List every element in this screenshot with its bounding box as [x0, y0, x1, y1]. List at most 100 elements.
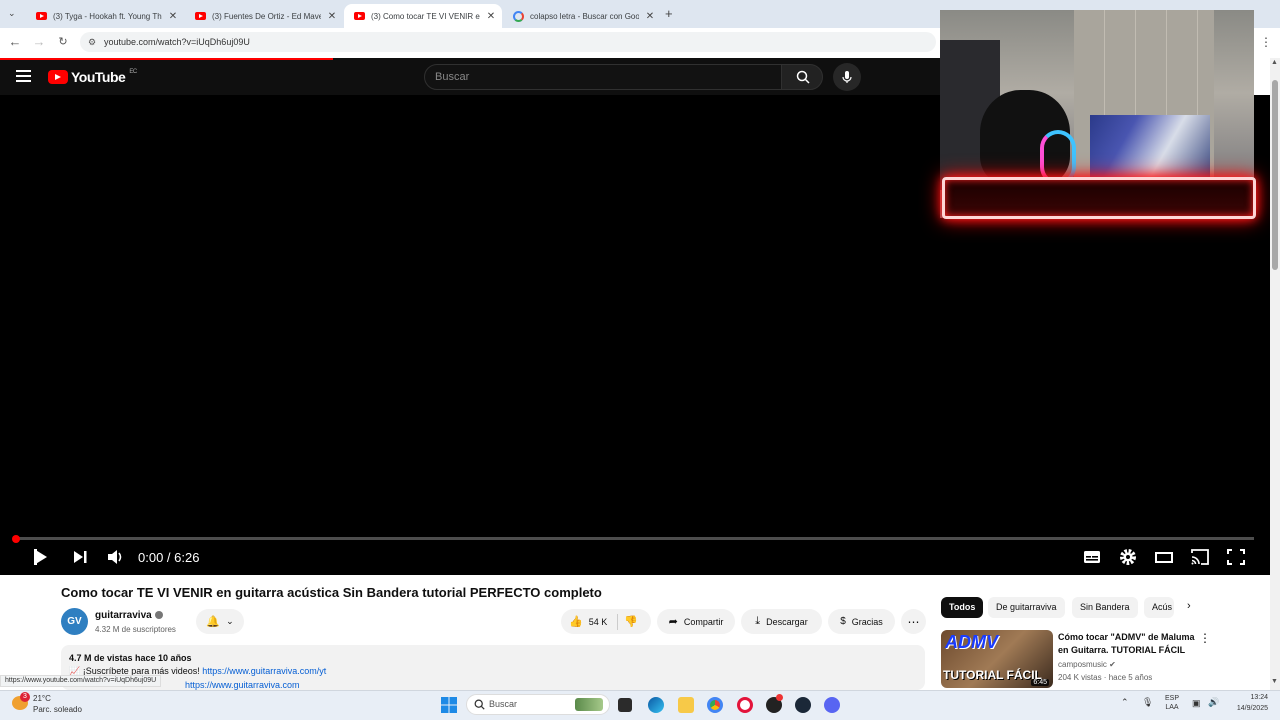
thumbs-down-icon[interactable]: 👎	[624, 615, 638, 628]
forward-arrow-icon[interactable]: →	[31, 34, 47, 49]
webcam-neon-frame	[942, 177, 1256, 219]
share-button[interactable]: ➦ Compartir	[657, 609, 735, 634]
search-highlight-icon	[575, 698, 603, 711]
view-count-date: 4.7 M de vistas hace 10 años	[69, 653, 192, 663]
next-video-icon[interactable]	[70, 548, 90, 566]
network-icon[interactable]: ▣	[1192, 698, 1201, 709]
scroll-up-arrow-icon[interactable]: ▲	[1271, 59, 1278, 66]
thumbnail-text-subtitle: TUTORIAL FÁCIL	[943, 668, 1042, 682]
hamburger-menu-icon[interactable]	[16, 70, 31, 82]
tab-title: (3) Tyga - Hookah ft. Young Thu	[53, 11, 162, 21]
task-view-icon[interactable]	[618, 698, 632, 712]
scroll-down-arrow-icon[interactable]: ▼	[1271, 678, 1278, 685]
chrome-menu-icon[interactable]: ⋮	[1260, 35, 1272, 49]
language-indicator[interactable]: ESP LAA	[1158, 694, 1186, 712]
weather-temperature[interactable]: 21°C	[33, 694, 51, 703]
super-thanks-icon: $	[840, 616, 846, 627]
description-line-2[interactable]: https://www.guitarraviva.com	[185, 680, 300, 690]
language-code: ESP	[1164, 695, 1179, 702]
youtube-favicon-icon	[354, 12, 365, 20]
tab-title: (3) Fuentes De Ortiz - Ed Maver	[212, 11, 321, 21]
more-actions-button[interactable]: ⋯	[901, 609, 926, 634]
recommended-thumbnail[interactable]: ADMV TUTORIAL FÁCIL 6:45	[941, 630, 1053, 688]
fullscreen-icon[interactable]	[1226, 548, 1246, 566]
search-button[interactable]	[781, 64, 823, 90]
chip-todos[interactable]: Todos	[941, 597, 984, 618]
voice-search-button[interactable]	[833, 63, 861, 91]
new-tab-plus-icon[interactable]: +	[665, 6, 673, 21]
link-status-bar: https://www.youtube.com/watch?v=iUqDh6uj…	[0, 675, 162, 687]
tab-4[interactable]: colapso letra - Buscar con Goo ✕	[503, 4, 661, 28]
webcam-bed	[1090, 115, 1210, 185]
back-arrow-icon[interactable]: ←	[7, 34, 23, 49]
tab-3-active[interactable]: (3) Como tocar TE VI VENIR en ✕	[344, 4, 502, 28]
recommended-channel[interactable]: camposmusic ✔	[1058, 660, 1116, 669]
recommended-more-icon[interactable]: ⋮	[1199, 631, 1211, 645]
seek-handle[interactable]	[12, 535, 20, 543]
video-duration: 6:45	[1031, 679, 1049, 686]
tray-chevron-up-icon[interactable]: ⌃	[1121, 697, 1129, 708]
windows-start-icon[interactable]	[441, 697, 457, 713]
play-icon[interactable]	[30, 548, 50, 566]
bell-icon: 🔔	[206, 616, 221, 628]
tab-1[interactable]: (3) Tyga - Hookah ft. Young Thu ✕	[26, 4, 184, 28]
tab-2[interactable]: (3) Fuentes De Ortiz - Ed Maver ✕	[185, 4, 343, 28]
youtube-favicon-icon	[36, 12, 47, 20]
taskbar-search[interactable]: Buscar	[466, 694, 610, 715]
description-link-yt[interactable]: https://www.guitarraviva.com/yt	[202, 666, 326, 676]
volume-icon[interactable]	[106, 548, 126, 566]
close-tab-icon[interactable]: ✕	[327, 11, 337, 22]
seek-bar[interactable]	[14, 537, 1254, 540]
search-input[interactable]: Buscar	[424, 64, 782, 90]
tab-search-chevron-icon[interactable]: ⌄	[8, 8, 16, 19]
chrome-taskbar-icon[interactable]	[707, 697, 723, 713]
like-dislike-group: 👍 54 K 👎	[561, 609, 651, 634]
keyboard-layout: LAA	[1165, 704, 1179, 711]
like-count: 54 K	[588, 616, 608, 627]
address-bar[interactable]: ⚙ youtube.com/watch?v=iUqDh6uj09U	[80, 32, 936, 52]
microphone-icon	[842, 71, 852, 83]
taskbar-search-placeholder: Buscar	[489, 699, 518, 709]
edge-browser-icon[interactable]	[648, 697, 664, 713]
settings-gear-icon[interactable]	[1118, 548, 1138, 566]
theater-mode-icon[interactable]	[1154, 548, 1174, 566]
subtitles-icon[interactable]	[1082, 548, 1102, 566]
region-code: EC	[129, 69, 137, 75]
chip-sin-bandera[interactable]: Sin Bandera	[1072, 597, 1138, 618]
description-link-site[interactable]: https://www.guitarraviva.com	[185, 680, 300, 690]
file-explorer-icon[interactable]	[678, 697, 694, 713]
logo-text: YouTube	[71, 69, 126, 85]
clock-date[interactable]: 14/9/2025	[1218, 705, 1268, 712]
site-info-icon[interactable]: ⚙	[88, 32, 96, 52]
thanks-button[interactable]: $ Gracias	[828, 609, 895, 634]
close-tab-icon[interactable]: ✕	[168, 11, 178, 22]
opera-icon[interactable]	[737, 697, 753, 713]
download-label: Descargar	[766, 616, 808, 627]
channel-avatar[interactable]: GV	[61, 608, 88, 635]
close-tab-icon[interactable]: ✕	[645, 11, 655, 22]
clock-time[interactable]: 13:24	[1218, 694, 1268, 701]
weather-description[interactable]: Parc. soleado	[33, 705, 82, 714]
subscriber-count: 4.32 M de suscriptores	[95, 625, 176, 634]
close-tab-icon[interactable]: ✕	[486, 11, 496, 22]
youtube-favicon-icon	[195, 12, 206, 20]
recommended-title[interactable]: Cómo tocar "ADMV" de Maluma en Guitarra.…	[1058, 631, 1198, 657]
chevron-right-icon[interactable]: ›	[1187, 600, 1191, 612]
tray-microphone-icon[interactable]: 🎙	[1142, 697, 1153, 708]
discord-icon[interactable]	[824, 697, 840, 713]
download-icon: ⤓	[755, 615, 761, 627]
scrollbar-thumb[interactable]	[1272, 80, 1278, 270]
more-horizontal-icon: ⋯	[907, 614, 920, 629]
tab-title: (3) Como tocar TE VI VENIR en	[371, 11, 480, 21]
like-button[interactable]: 👍 54 K	[569, 615, 607, 628]
youtube-logo[interactable]: YouTube EC	[48, 69, 137, 85]
notifications-button[interactable]: 🔔 ⌄	[196, 609, 244, 634]
steam-icon[interactable]	[795, 697, 811, 713]
chip-acustica[interactable]: Acús	[1144, 597, 1174, 618]
chip-de-guitarraviva[interactable]: De guitarraviva	[988, 597, 1065, 618]
reload-icon[interactable]: ↻	[55, 35, 71, 48]
download-button[interactable]: ⤓ Descargar	[741, 609, 822, 634]
share-arrow-icon: ➦	[668, 616, 678, 628]
cast-icon[interactable]	[1190, 548, 1210, 566]
channel-name[interactable]: guitarraviva	[95, 610, 152, 621]
